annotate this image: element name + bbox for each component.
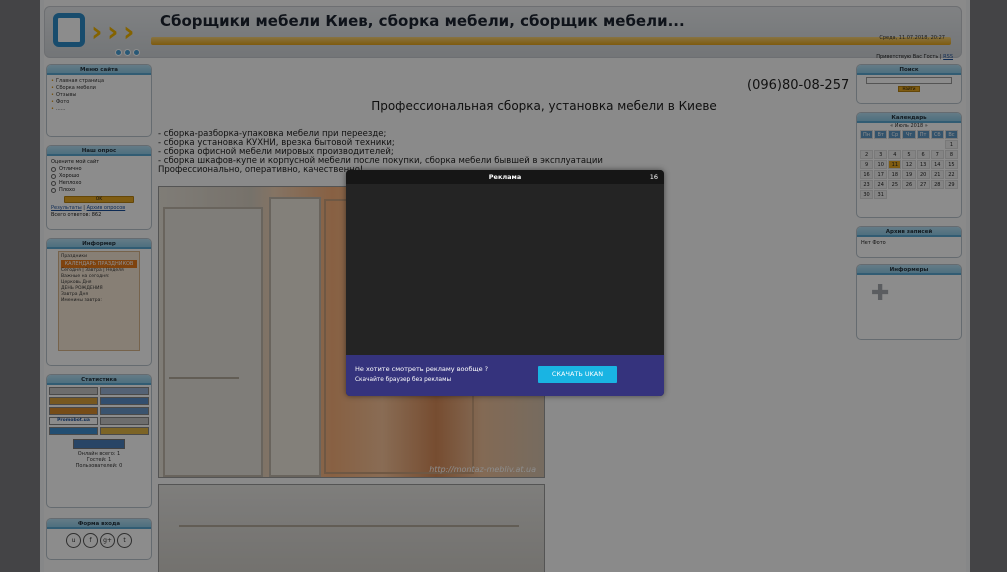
download-ukan-button[interactable]: СКАЧАТЬ UKAN: [538, 366, 617, 383]
ad-modal-header: Реклама 16: [346, 170, 664, 184]
ad-modal-footer: Не хотите смотреть рекламу вообще ? Скач…: [346, 355, 664, 396]
ad-modal-title: Реклама: [488, 173, 522, 181]
ad-countdown: 16: [649, 173, 658, 181]
ad-subtitle: Скачайте браузер без рекламы: [355, 377, 452, 383]
ad-modal: Реклама 16 Не хотите смотреть рекламу во…: [346, 170, 664, 396]
ad-question: Не хотите смотреть рекламу вообще ?: [355, 365, 489, 373]
ad-video-area[interactable]: [346, 184, 664, 355]
